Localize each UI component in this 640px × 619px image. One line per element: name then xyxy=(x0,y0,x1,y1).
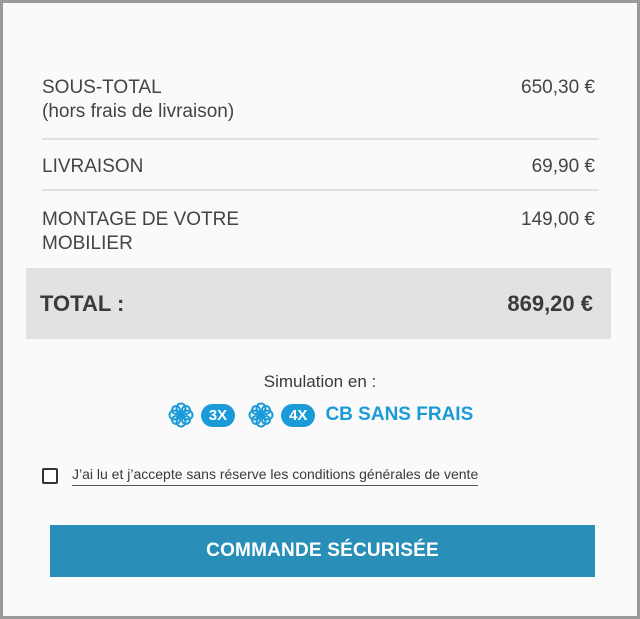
divider xyxy=(42,138,599,140)
total-value: 869,20 € xyxy=(507,290,593,316)
option-3x-badge[interactable]: 3X xyxy=(200,403,236,427)
simulation-title: Simulation en : xyxy=(263,372,377,391)
assembly-label: MONTAGE DE VOTRE MOBILIER xyxy=(42,209,240,254)
flower-icon xyxy=(247,401,275,429)
terms-row: J’ai lu et j’accepte sans réserve les co… xyxy=(42,466,479,486)
terms-checkbox[interactable] xyxy=(42,468,58,484)
payment-options: 3X 4X CB SANS FRAIS xyxy=(3,401,637,429)
subtotal-row: SOUS-TOTAL (hors frais de livraison) 650… xyxy=(42,76,595,124)
secure-order-button[interactable]: COMMANDE SÉCURISÉE xyxy=(50,525,595,577)
assembly-value: 149,00 € xyxy=(521,209,595,230)
order-summary-panel: SOUS-TOTAL (hors frais de livraison) 650… xyxy=(0,0,640,619)
divider xyxy=(42,189,599,191)
total-label: TOTAL : xyxy=(40,290,125,316)
subtotal-label: SOUS-TOTAL xyxy=(42,77,162,98)
shipping-row: LIVRAISON 69,90 € xyxy=(42,155,595,179)
cb-sans-frais-label: CB SANS FRAIS xyxy=(325,404,474,425)
total-row: TOTAL : 869,20 € xyxy=(26,268,611,339)
assembly-row: MONTAGE DE VOTRE MOBILIER 149,00 € xyxy=(42,208,595,256)
subtotal-value: 650,30 € xyxy=(521,77,595,98)
flower-icon xyxy=(167,401,195,429)
option-4x-badge[interactable]: 4X xyxy=(281,403,316,427)
shipping-value: 69,90 € xyxy=(531,156,595,177)
subtotal-sublabel: (hors frais de livraison) xyxy=(42,101,235,122)
shipping-label: LIVRAISON xyxy=(42,156,144,177)
terms-link[interactable]: J’ai lu et j’accepte sans réserve les co… xyxy=(72,466,479,486)
